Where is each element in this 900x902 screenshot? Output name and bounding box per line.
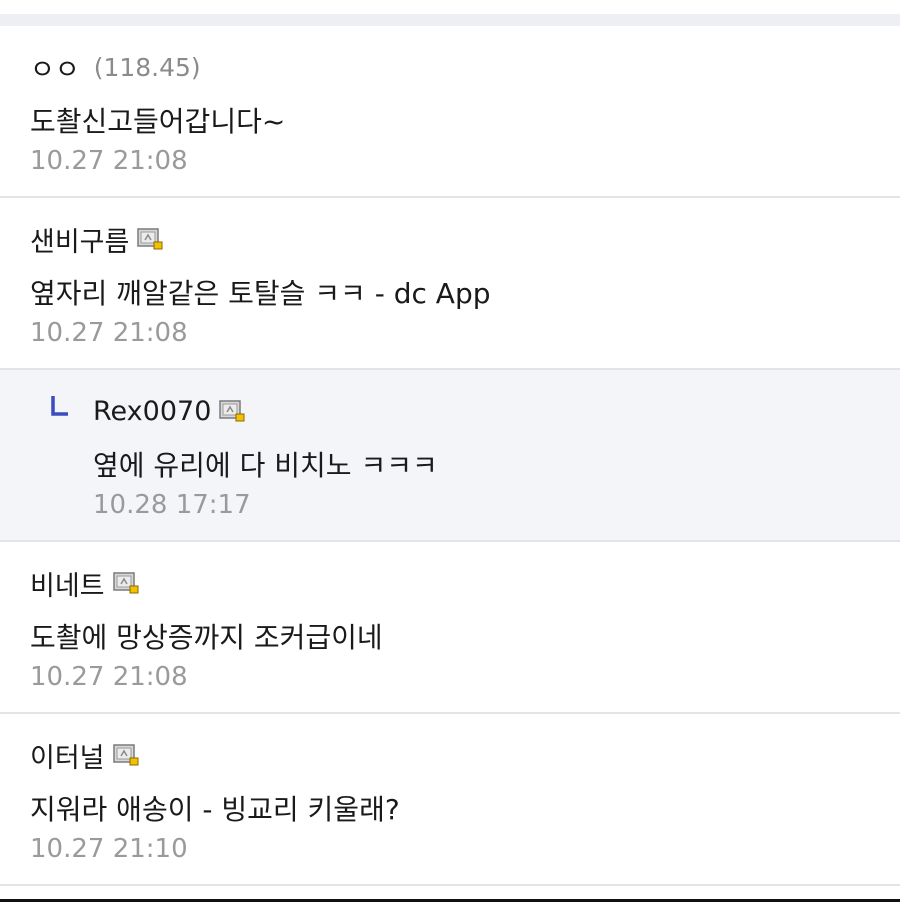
- comment-text: 지워라 애송이 - 빙교리 키울래?: [30, 793, 400, 826]
- comment-item[interactable]: 이터널 지워라 애송이 - 빙교리 키울래? 10.27 21:10: [0, 714, 900, 886]
- comment-timestamp: 10.27 21:08: [30, 146, 188, 176]
- comment-author-line: 비네트: [30, 564, 139, 602]
- fixed-nick-badge-icon: [112, 572, 139, 594]
- comment-item[interactable]: ㅇㅇ (118.45) 도촬신고들어갑니다~ 10.27 21:08: [0, 26, 900, 198]
- comment-timestamp: 10.27 21:08: [30, 662, 188, 692]
- comment-item[interactable]: 비네트 도촬에 망상증까지 조커급이네 10.27 21:08: [0, 542, 900, 714]
- comment-item[interactable]: 샌비구름 옆자리 깨알같은 토탈슬 ㅋㅋ - dc App 10.27 21:0…: [0, 198, 900, 370]
- comment-author[interactable]: 샌비구름: [30, 220, 129, 259]
- comment-text: 옆에 유리에 다 비치노 ㅋㅋㅋ: [93, 449, 438, 482]
- comment-list: ㅇㅇ (118.45) 도촬신고들어갑니다~ 10.27 21:08 샌비구름 …: [0, 26, 900, 886]
- comment-author-ip: (118.45): [93, 52, 201, 82]
- comment-text: 도촬신고들어갑니다~: [30, 105, 286, 138]
- fixed-nick-badge-icon: [112, 744, 139, 766]
- reply-arrow-icon: [51, 396, 68, 416]
- comment-timestamp: 10.27 21:10: [30, 834, 188, 864]
- comment-author[interactable]: 이터널: [30, 736, 105, 775]
- comment-text: 도촬에 망상증까지 조커급이네: [30, 621, 383, 654]
- fixed-nick-badge-icon: [137, 228, 163, 250]
- comment-text: 옆자리 깨알같은 토탈슬 ㅋㅋ - dc App: [30, 277, 491, 310]
- comment-author[interactable]: Rex0070: [93, 396, 211, 427]
- reply-comment-item[interactable]: Rex0070 옆에 유리에 다 비치노 ㅋㅋㅋ 10.28 17:17: [0, 370, 900, 542]
- comment-author-line: 샌비구름: [30, 220, 163, 258]
- top-divider-band: [0, 0, 900, 26]
- comment-author-line: Rex0070: [93, 392, 245, 430]
- comment-timestamp: 10.27 21:08: [30, 318, 188, 348]
- comment-timestamp: 10.28 17:17: [93, 490, 251, 520]
- comment-author[interactable]: ㅇㅇ: [30, 48, 80, 87]
- comment-author-line: 이터널: [30, 736, 139, 774]
- comment-author[interactable]: 비네트: [30, 564, 105, 603]
- comment-author-line: ㅇㅇ (118.45): [30, 48, 201, 86]
- fixed-nick-badge-icon: [219, 400, 245, 422]
